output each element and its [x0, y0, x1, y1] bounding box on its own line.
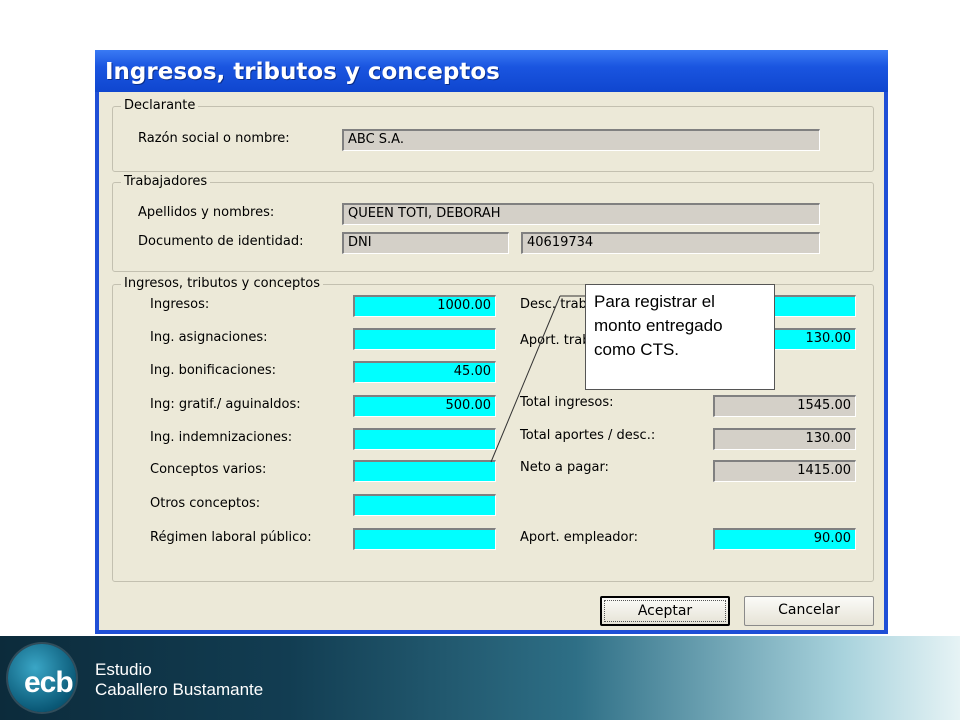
brand-line-1: Estudio	[95, 660, 152, 679]
callout-line-1: Para registrar el	[594, 292, 715, 311]
brand-line-2: Caballero Bustamante	[95, 680, 264, 699]
ecb-logo: ecb	[8, 644, 76, 712]
callout-line-3: como CTS.	[594, 340, 680, 359]
logo-text: ecb	[24, 666, 74, 699]
callout-box: Para registrar el monto entregado como C…	[585, 284, 775, 390]
callout-line-2: monto entregado	[594, 316, 723, 335]
callout-leader-line	[490, 295, 586, 463]
